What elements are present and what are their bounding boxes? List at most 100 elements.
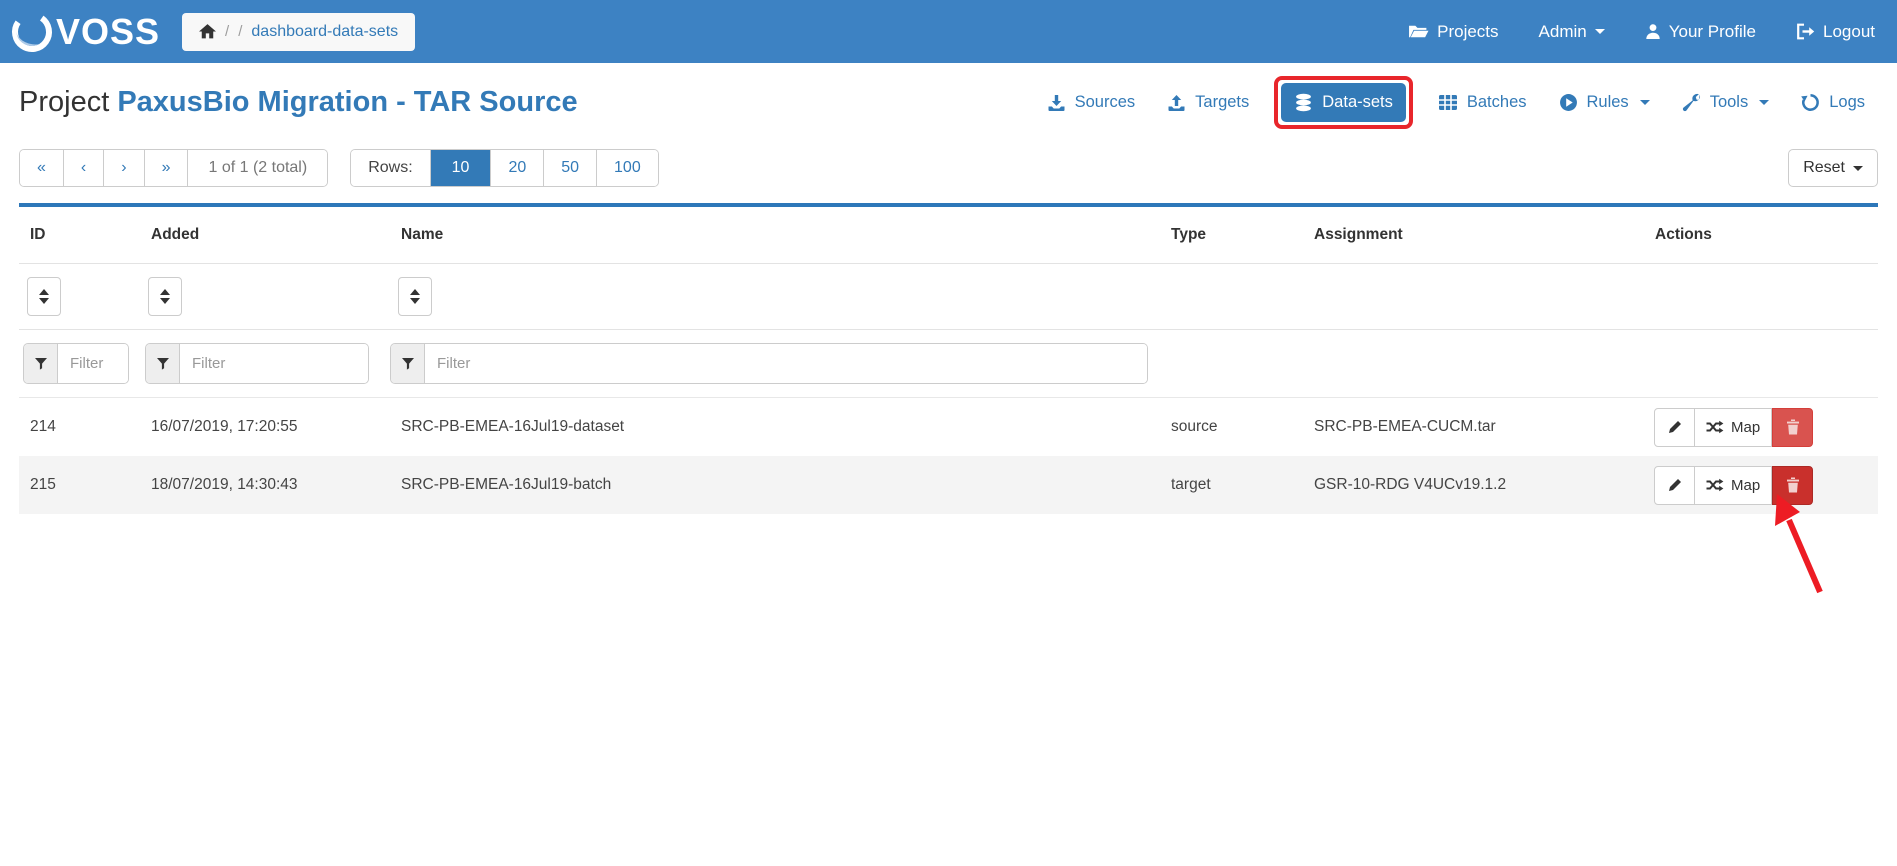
caret-down-icon [1759,100,1769,105]
map-button[interactable]: Map [1695,408,1772,447]
row-type: target [1160,476,1303,494]
filter-group-name [390,343,1148,384]
tab-rules[interactable]: Rules [1546,83,1663,122]
tab-logs-label: Logs [1829,93,1865,112]
column-header-added: Added [140,226,390,244]
tab-logs[interactable]: Logs [1788,83,1878,122]
sort-down-icon [160,298,170,304]
filter-group-added [145,343,369,384]
nav-admin-label: Admin [1539,22,1587,42]
nav-logout[interactable]: Logout [1796,22,1875,42]
annotation-highlight-box: Data-sets [1274,76,1413,129]
breadcrumb-separator: / [225,23,229,40]
data-sets-table: ID Added Name Type Assignment Actions [19,203,1878,514]
download-icon [1047,94,1066,112]
breadcrumb: / / dashboard-data-sets [182,13,415,51]
project-tabs: Sources Targets Data-sets Batches [1034,76,1878,129]
row-added: 18/07/2019, 14:30:43 [140,476,390,494]
table-filter-row [19,330,1878,398]
trash-icon [1786,477,1800,493]
row-type: source [1160,418,1303,436]
nav-admin[interactable]: Admin [1539,22,1605,42]
tab-tools-label: Tools [1710,93,1749,112]
pagination-first-button[interactable]: « [20,150,63,186]
row-id: 215 [19,476,140,494]
caret-down-icon [1640,100,1650,105]
rows-option-100[interactable]: 100 [596,150,658,186]
sort-button-id[interactable] [27,277,61,316]
column-header-assignment: Assignment [1303,226,1644,244]
column-header-name: Name [390,226,1160,244]
home-icon[interactable] [199,24,216,39]
map-button[interactable]: Map [1695,466,1772,505]
row-id: 214 [19,418,140,436]
tab-targets[interactable]: Targets [1154,83,1262,122]
nav-logout-label: Logout [1823,22,1875,42]
filter-input-name[interactable] [425,344,1147,383]
rows-option-20[interactable]: 20 [490,150,543,186]
column-header-id: ID [19,226,140,244]
top-navbar: VOSS / / dashboard-data-sets Projects Ad… [0,0,1897,63]
pencil-icon [1667,477,1683,493]
voss-brand[interactable]: VOSS [8,8,160,56]
breadcrumb-separator: / [238,23,242,40]
folder-open-icon [1408,23,1429,40]
page-title: Project PaxusBio Migration - TAR Source [19,86,578,119]
edit-button[interactable] [1654,408,1695,447]
filter-icon [24,344,58,383]
rows-option-10[interactable]: 10 [430,150,491,186]
rows-per-page-group: Rows: 10 20 50 100 [350,149,659,187]
voss-logo-icon [8,8,56,56]
tab-tools[interactable]: Tools [1669,83,1783,122]
edit-button[interactable] [1654,466,1695,505]
caret-down-icon [1595,29,1605,34]
sort-button-added[interactable] [148,277,182,316]
tab-sources[interactable]: Sources [1034,83,1149,122]
shuffle-icon [1706,419,1724,435]
logout-icon [1796,23,1815,40]
sort-down-icon [39,298,49,304]
sort-up-icon [39,289,49,295]
filter-input-added[interactable] [180,344,368,383]
sort-button-name[interactable] [398,277,432,316]
brand-text: VOSS [56,14,160,50]
rows-option-50[interactable]: 50 [543,150,596,186]
row-added: 16/07/2019, 17:20:55 [140,418,390,436]
tab-batches[interactable]: Batches [1425,83,1540,122]
pencil-icon [1667,419,1683,435]
history-icon [1801,93,1820,112]
nav-projects[interactable]: Projects [1408,22,1498,42]
nav-projects-label: Projects [1437,22,1498,42]
sort-down-icon [410,298,420,304]
table-icon [1438,94,1458,111]
user-icon [1645,23,1661,40]
breadcrumb-current[interactable]: dashboard-data-sets [251,23,398,41]
shuffle-icon [1706,477,1724,493]
column-header-actions: Actions [1644,226,1878,244]
delete-button[interactable] [1772,408,1813,447]
page-title-prefix: Project [19,86,109,118]
column-header-type: Type [1160,226,1303,244]
upload-icon [1167,94,1186,112]
row-name: SRC-PB-EMEA-16Jul19-dataset [390,418,1160,436]
pagination-prev-button[interactable]: ‹ [63,150,103,186]
tab-data-sets[interactable]: Data-sets [1281,83,1406,122]
navbar-links: Projects Admin Your Profile Logout [1408,22,1875,42]
delete-button-highlighted[interactable] [1772,466,1813,505]
pagination-next-button[interactable]: › [103,150,143,186]
tab-data-sets-label: Data-sets [1322,93,1393,112]
table-row: 214 16/07/2019, 17:20:55 SRC-PB-EMEA-16J… [19,398,1878,456]
pagination-last-button[interactable]: » [144,150,188,186]
project-name: PaxusBio Migration - TAR Source [117,86,577,118]
row-actions: Map [1654,408,1878,447]
table-sort-row [19,264,1878,330]
nav-your-profile[interactable]: Your Profile [1645,22,1756,42]
row-assignment: GSR-10-RDG V4UCv19.1.2 [1303,476,1644,494]
pagination-status: 1 of 1 (2 total) [187,150,327,186]
sort-up-icon [410,289,420,295]
filter-icon [391,344,425,383]
table-header-row: ID Added Name Type Assignment Actions [19,207,1878,264]
reset-button[interactable]: Reset [1788,149,1878,187]
map-button-label: Map [1731,419,1760,436]
filter-input-id[interactable] [58,344,128,383]
